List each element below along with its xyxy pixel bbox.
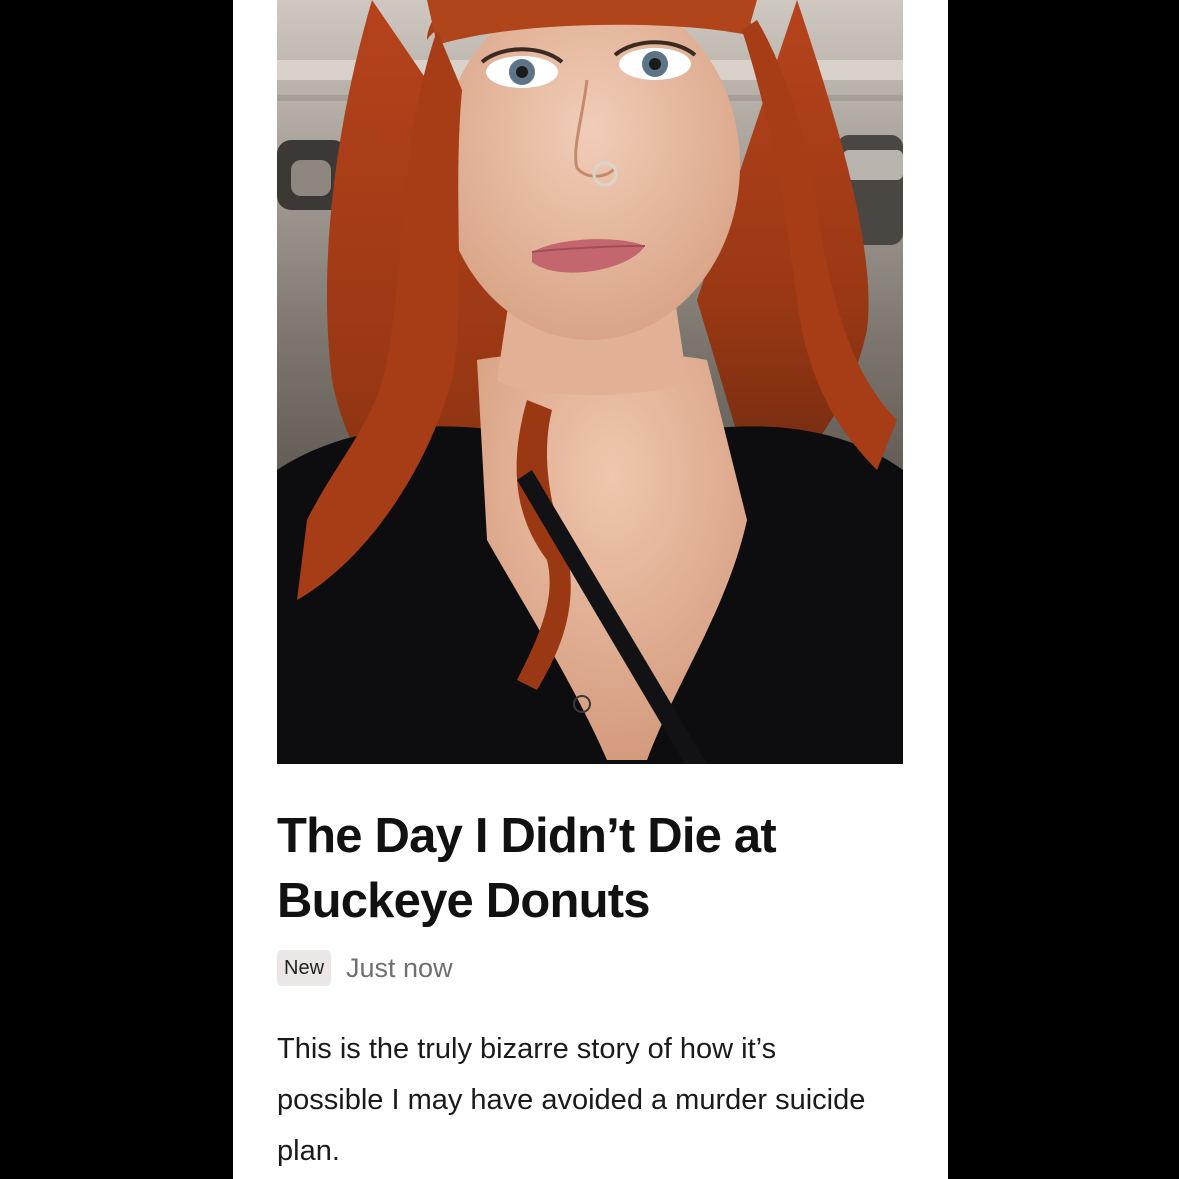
timestamp: Just now — [346, 953, 453, 983]
hero-photo[interactable] — [277, 0, 903, 764]
article-card[interactable]: The Day I Didn’t Die at Buckeye Donuts N… — [233, 0, 948, 1179]
article-title[interactable]: The Day I Didn’t Die at Buckeye Donuts — [277, 804, 877, 934]
hero-photo-illustration — [277, 0, 903, 764]
article-excerpt: This is the truly bizarre story of how i… — [277, 1033, 866, 1167]
new-badge: New — [277, 950, 332, 986]
article-meta: New Just now — [277, 949, 453, 987]
